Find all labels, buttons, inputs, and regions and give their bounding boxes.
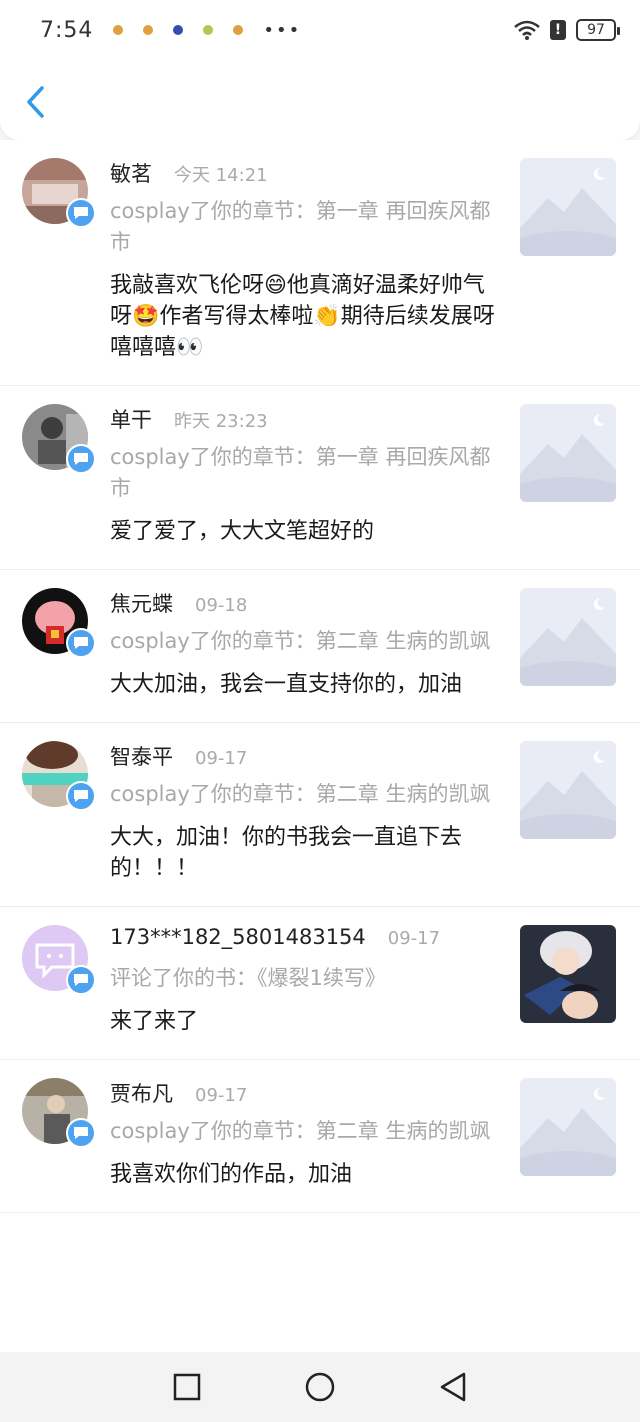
- comment-text: 我喜欢你们的作品，加油: [110, 1162, 353, 1187]
- home-button[interactable]: [298, 1365, 342, 1409]
- timestamp: 昨天 23:23: [174, 411, 268, 432]
- book-cover-thumbnail[interactable]: [520, 925, 616, 1023]
- user-name[interactable]: 贾布凡: [110, 1078, 173, 1108]
- comment-badge-icon: [66, 781, 96, 811]
- chapter-thumbnail[interactable]: [520, 741, 616, 839]
- action-text: cosplay了你的章节：第一章 再回疾风都市: [110, 445, 491, 500]
- more-notifications-icon: •••: [263, 19, 302, 41]
- image-placeholder-icon: [520, 1078, 616, 1176]
- app-notification-icon: [203, 25, 214, 35]
- timestamp: 今天 14:21: [174, 165, 268, 186]
- user-name[interactable]: 智泰平: [110, 741, 173, 771]
- app-notification-icon: [143, 25, 154, 35]
- comment-badge-icon: [66, 965, 96, 995]
- comment-badge-icon: [66, 198, 96, 228]
- system-navigation-bar: [0, 1352, 640, 1422]
- notification-item[interactable]: 敏茗 今天 14:21 cosplay了你的章节：第一章 再回疾风都市 我敲喜欢…: [0, 140, 640, 386]
- notification-feed: 敏茗 今天 14:21 cosplay了你的章节：第一章 再回疾风都市 我敲喜欢…: [0, 140, 640, 1352]
- chapter-thumbnail[interactable]: [520, 1078, 616, 1176]
- comment-text: 我敲喜欢飞伦呀😄他真滴好温柔好帅气呀🤩作者写得太棒啦👏期待后续发展呀嘻嘻嘻👀: [110, 273, 495, 360]
- notification-item[interactable]: 173***182_5801483154 09-17 评论了你的书：《爆裂1续写…: [0, 907, 640, 1060]
- circle-icon: [305, 1372, 335, 1402]
- comment-badge-icon: [66, 1118, 96, 1148]
- battery-level: 97: [587, 22, 605, 38]
- app-notification-icon: [173, 25, 184, 35]
- battery-indicator: 97: [576, 19, 620, 41]
- timestamp: 09-17: [195, 1085, 248, 1106]
- image-placeholder-icon: [520, 404, 616, 502]
- triangle-back-icon: [441, 1372, 466, 1402]
- user-name[interactable]: 单干: [110, 404, 152, 434]
- recents-button[interactable]: [165, 1365, 209, 1409]
- action-text: 评论了你的书：《爆裂1续写》: [110, 966, 386, 990]
- timestamp: 09-18: [195, 595, 248, 616]
- back-button[interactable]: [20, 82, 50, 122]
- app-notification-icon: [113, 25, 124, 35]
- action-text: cosplay了你的章节：第二章 生病的凯飒: [110, 1119, 491, 1143]
- chapter-thumbnail[interactable]: [520, 404, 616, 502]
- comment-text: 大大加油，我会一直支持你的，加油: [110, 672, 463, 697]
- notification-icons: •••: [113, 20, 301, 41]
- chevron-left-icon: [27, 86, 44, 118]
- status-time: 7:54: [40, 17, 94, 43]
- comment-text: 爱了爱了，大大文笔超好的: [110, 519, 375, 544]
- notification-item[interactable]: 贾布凡 09-17 cosplay了你的章节：第二章 生病的凯飒 我喜欢你们的作…: [0, 1060, 640, 1213]
- comment-text: 来了来了: [110, 1009, 199, 1034]
- user-name[interactable]: 敏茗: [110, 158, 152, 188]
- image-placeholder-icon: [520, 588, 616, 686]
- image-placeholder-icon: [520, 741, 616, 839]
- user-name[interactable]: 焦元蝶: [110, 588, 173, 618]
- user-name[interactable]: 173***182_5801483154: [110, 925, 366, 949]
- timestamp: 09-17: [387, 928, 441, 949]
- timestamp: 09-17: [195, 748, 248, 769]
- app-notification-icon: [233, 25, 244, 35]
- wifi-icon: [514, 20, 540, 40]
- chapter-thumbnail[interactable]: [520, 158, 616, 256]
- chapter-thumbnail[interactable]: [520, 588, 616, 686]
- notification-item[interactable]: 焦元蝶 09-18 cosplay了你的章节：第二章 生病的凯飒 大大加油，我会…: [0, 570, 640, 723]
- alert-icon: !: [550, 20, 566, 40]
- square-icon: [173, 1373, 200, 1401]
- notification-item[interactable]: 智泰平 09-17 cosplay了你的章节：第二章 生病的凯飒 大大，加油！你…: [0, 723, 640, 907]
- action-text: cosplay了你的章节：第二章 生病的凯飒: [110, 629, 491, 653]
- back-nav-button[interactable]: [431, 1365, 475, 1409]
- comment-text: 大大，加油！你的书我会一直追下去的！！！: [110, 825, 463, 881]
- notification-item[interactable]: 单干 昨天 23:23 cosplay了你的章节：第一章 再回疾风都市 爱了爱了…: [0, 386, 640, 570]
- action-text: cosplay了你的章节：第二章 生病的凯飒: [110, 782, 491, 806]
- comment-badge-icon: [66, 628, 96, 658]
- image-placeholder-icon: [520, 158, 616, 256]
- comment-badge-icon: [66, 444, 96, 474]
- status-bar: 7:54 ••• ! 97: [0, 0, 640, 60]
- action-text: cosplay了你的章节：第一章 再回疾风都市: [110, 199, 491, 254]
- header-bar: [0, 60, 640, 140]
